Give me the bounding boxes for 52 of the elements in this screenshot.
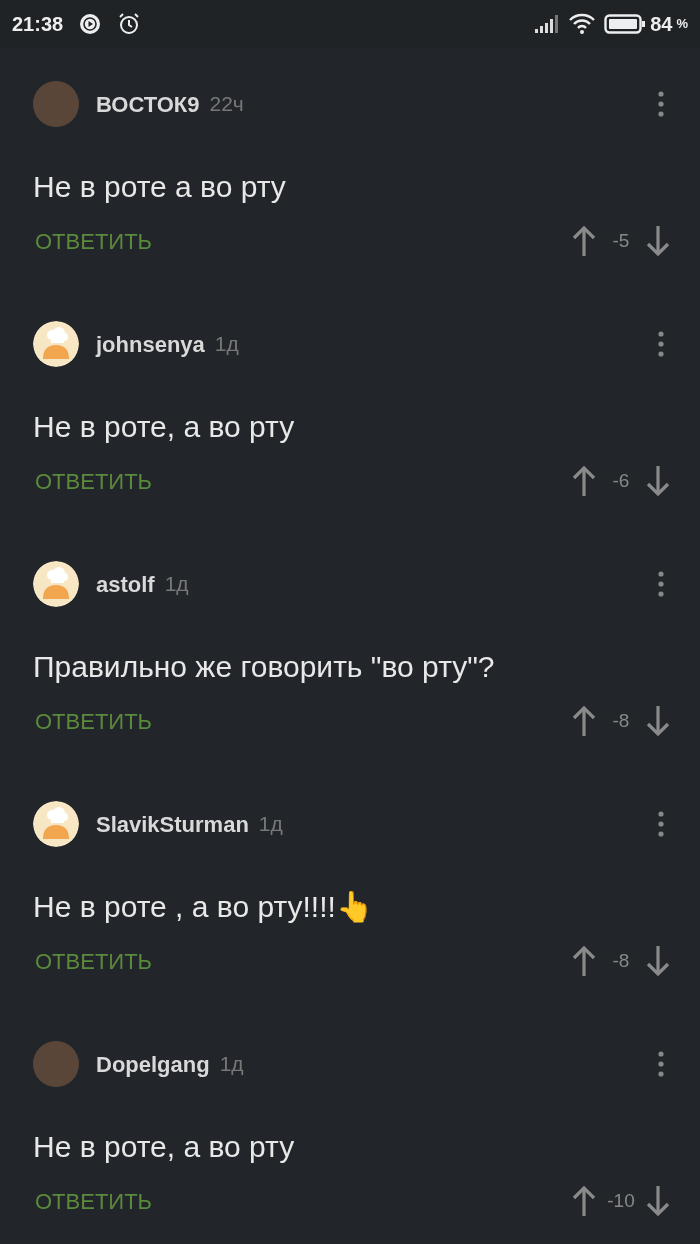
reply-link[interactable]: ОТВЕТИТЬ	[33, 224, 155, 258]
avatar-chef-drawing	[33, 321, 79, 367]
downvote-arrow-icon[interactable]	[646, 225, 670, 257]
clock-time: 21:38	[12, 12, 64, 37]
vote-score: -6	[611, 468, 631, 493]
comment-text: Не в роте, а во рту	[33, 409, 296, 445]
wifi-icon	[568, 13, 597, 35]
comment-time: 1д	[164, 571, 189, 598]
upvote-arrow-icon[interactable]	[572, 945, 596, 977]
vote-score: -8	[611, 708, 631, 733]
comment-text: Не в роте, а во рту	[33, 1129, 296, 1165]
vote-score: -10	[606, 1188, 636, 1213]
more-options-icon[interactable]	[658, 331, 664, 357]
battery-percent: 84	[650, 12, 673, 37]
vote-score: -5	[611, 228, 631, 253]
avatar-photo-placeholder	[33, 81, 79, 127]
vote-score: -8	[611, 948, 631, 973]
reply-link[interactable]: ОТВЕТИТЬ	[33, 1184, 155, 1218]
avatar-chef-drawing	[33, 801, 79, 847]
more-options-icon[interactable]	[658, 1051, 664, 1077]
reply-link[interactable]: ОТВЕТИТЬ	[33, 944, 155, 978]
author-name[interactable]: johnsenya	[96, 327, 205, 361]
downvote-arrow-icon[interactable]	[646, 945, 670, 977]
downvote-arrow-icon[interactable]	[646, 465, 670, 497]
author-name[interactable]: Dopelgang	[96, 1047, 210, 1081]
comment-time: 1д	[258, 811, 283, 838]
upvote-arrow-icon[interactable]	[572, 465, 596, 497]
comment-time: 1д	[214, 331, 239, 358]
author-name[interactable]: SlavikSturman	[96, 807, 249, 841]
percent-sign: %	[676, 15, 688, 34]
more-options-icon[interactable]	[658, 811, 664, 837]
upvote-arrow-icon[interactable]	[572, 705, 596, 737]
comment-text: Не в роте а во рту	[33, 169, 287, 205]
comment-text: Не в роте , а во рту!!!!👆	[33, 889, 374, 925]
more-options-icon[interactable]	[658, 571, 664, 597]
downvote-arrow-icon[interactable]	[646, 1185, 670, 1217]
reply-link[interactable]: ОТВЕТИТЬ	[33, 704, 155, 738]
author-name[interactable]: astolf	[96, 567, 155, 601]
upvote-arrow-icon[interactable]	[572, 1185, 596, 1217]
downvote-arrow-icon[interactable]	[646, 705, 670, 737]
comment-time: 22ч	[209, 91, 244, 118]
battery-icon	[604, 13, 647, 35]
reply-link[interactable]: ОТВЕТИТЬ	[33, 464, 155, 498]
play-circle-icon	[79, 13, 102, 35]
author-name[interactable]: ВОСТОК9	[96, 87, 200, 121]
avatar-photo-placeholder	[33, 1041, 79, 1087]
comment-time: 1д	[219, 1051, 244, 1078]
avatar-chef-drawing	[33, 561, 79, 607]
signal-icon	[534, 14, 561, 34]
comment-text: Правильно же говорить "во рту"?	[33, 649, 496, 685]
upvote-arrow-icon[interactable]	[572, 225, 596, 257]
more-options-icon[interactable]	[658, 91, 664, 117]
